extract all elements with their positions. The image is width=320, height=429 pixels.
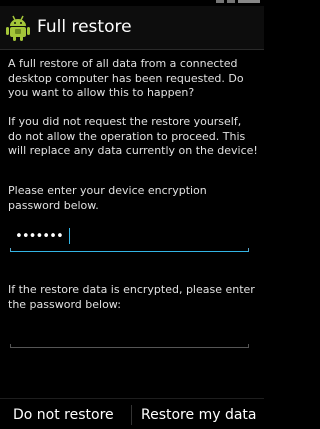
status-icons (216, 0, 260, 3)
do-not-restore-button[interactable]: Do not restore (13, 405, 114, 425)
device-password-field[interactable]: ••••••• (10, 224, 249, 252)
warning-message: If you did not request the restore yours… (8, 115, 258, 157)
button-bar: Do not restore Restore my data (0, 398, 264, 429)
button-divider (131, 405, 132, 425)
device-password-prompt: Please enter your device encryption pass… (8, 184, 207, 212)
field-underline (10, 344, 249, 348)
battery-icon (227, 0, 235, 3)
title-bar: Full restore (0, 6, 264, 50)
signal-icon (216, 0, 224, 3)
dialog-title: Full restore (37, 17, 132, 37)
device-password-value: ••••••• (15, 229, 64, 244)
field-underline (10, 248, 249, 252)
android-icon (6, 15, 30, 41)
intro-message: A full restore of all data from a connec… (8, 57, 244, 99)
restore-my-data-button[interactable]: Restore my data (141, 405, 256, 425)
clock (238, 0, 260, 3)
text-cursor (69, 228, 70, 244)
restore-password-field[interactable] (10, 320, 249, 348)
restore-password-prompt: If the restore data is encrypted, please… (8, 283, 255, 311)
